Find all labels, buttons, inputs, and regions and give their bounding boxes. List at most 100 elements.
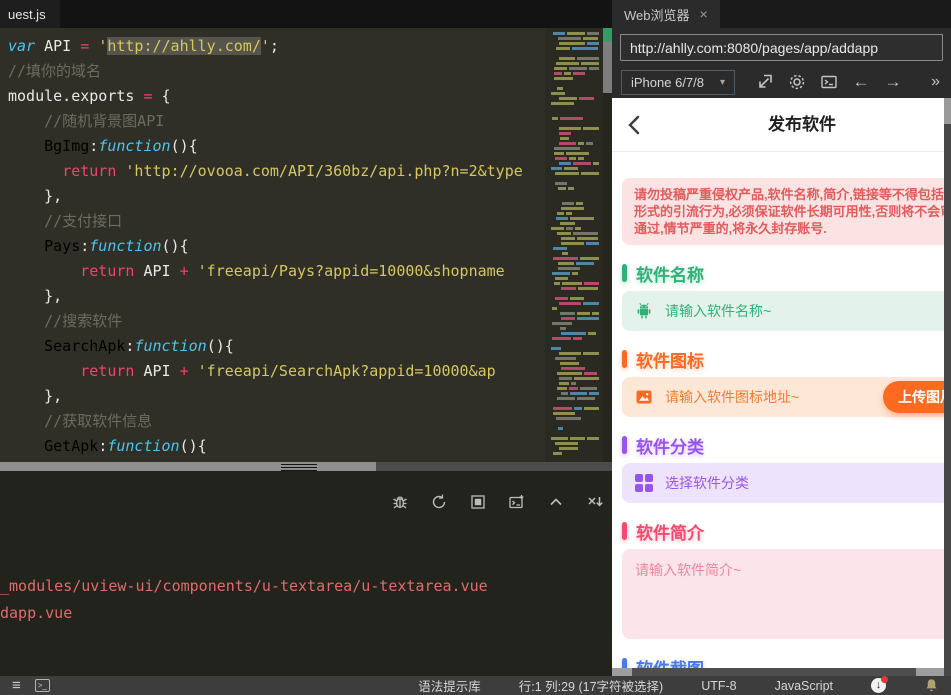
editor-pane: uest.js var API = 'http://ahlly.com/';//…	[0, 0, 612, 676]
stop-icon[interactable]	[469, 493, 487, 511]
field-placeholder: 请输入软件图标地址~	[665, 389, 800, 405]
url-bar-row	[612, 28, 951, 66]
phone-page: 发布软件 请勿投稿严重侵权产品,软件名称,简介,链接等不得包括任何形式的引流行为…	[612, 98, 951, 676]
code-editor[interactable]: var API = 'http://ahlly.com/';//填你的域名 mod…	[0, 28, 545, 462]
preview-horizontal-scrollbar[interactable]	[612, 668, 951, 676]
chevron-down-icon: ▾	[720, 76, 726, 88]
android-icon	[635, 302, 653, 320]
editor-tab-bar: uest.js	[0, 0, 612, 28]
section-accent-bar	[622, 522, 627, 540]
device-selector-value: iPhone 6/7/8	[631, 74, 705, 90]
form-section: 软件图标请输入软件图标地址~ 上传图片	[612, 347, 951, 417]
resize-icon[interactable]	[756, 73, 774, 91]
cursor-position-status[interactable]: 行:1 列:29 (17字符被选择)	[519, 676, 663, 695]
code-line[interactable]: SearchApk:function(){	[8, 334, 545, 359]
code-line[interactable]: //获取软件信息	[8, 409, 545, 434]
browser-tab-bar: Web浏览器 ×	[612, 0, 951, 28]
section-label: 软件分类	[636, 437, 704, 457]
editor-horizontal-scrollbar-thumb[interactable]	[0, 462, 376, 471]
code-line[interactable]: //支付接口	[8, 209, 545, 234]
url-input[interactable]	[620, 34, 943, 61]
code-line[interactable]: return API + 'freeapi/SearchApk?appid=10…	[8, 359, 545, 384]
preview-vertical-scrollbar-thumb[interactable]	[944, 98, 951, 124]
code-line[interactable]: module.exports = {	[8, 84, 545, 109]
code-line[interactable]: },	[8, 184, 545, 209]
code-line[interactable]: return 'http://ovooa.com/API/360bz/api.p…	[8, 159, 545, 184]
page-header: 发布软件	[612, 98, 951, 152]
code-line[interactable]: GetApk:function(){	[8, 434, 545, 459]
page-title: 发布软件	[768, 115, 836, 134]
more-icon[interactable]: »	[931, 73, 942, 91]
form-section: 软件名称请输入软件名称~	[612, 261, 951, 331]
console-output: _modules/uview-ui/components/u-textarea/…	[0, 573, 488, 627]
scrollbar-corner	[944, 668, 951, 676]
close-icon[interactable]: ×	[700, 6, 708, 22]
editor-tab-request-js[interactable]: uest.js	[0, 0, 60, 28]
code-line[interactable]: Pays:function(){	[8, 234, 545, 259]
form-section: 软件分类选择软件分类	[612, 433, 951, 503]
text-input-field[interactable]: 请输入软件图标地址~ 上传图片	[622, 377, 951, 417]
console-line: _modules/uview-ui/components/u-textarea/…	[0, 577, 488, 595]
section-header: 软件名称	[622, 261, 951, 285]
browser-tab-label: Web浏览器	[624, 7, 690, 23]
section-accent-bar	[622, 436, 627, 454]
section-accent-bar	[622, 264, 627, 282]
editor-vertical-scrollbar-thumb[interactable]	[603, 41, 612, 93]
field-placeholder: 请输入软件名称~	[665, 303, 772, 319]
encoding-status[interactable]: UTF-8	[701, 679, 736, 693]
code-line[interactable]: BgImg:function(){	[8, 134, 545, 159]
scrollbar-selection-marker	[603, 28, 612, 41]
code-line[interactable]: var API = 'http://ahlly.com/';	[8, 34, 545, 59]
status-bar: ≡ >_ 语法提示库 行:1 列:29 (17字符被选择) UTF-8 Java…	[0, 676, 951, 695]
section-label: 软件图标	[636, 351, 704, 371]
menu-icon[interactable]: ≡	[12, 678, 21, 693]
back-arrow-icon[interactable]: ←	[852, 73, 870, 91]
code-line[interactable]: },	[8, 384, 545, 409]
collapse-icon[interactable]	[547, 493, 565, 511]
browser-toolbar: iPhone 6/7/8 ▾ ← → »	[612, 66, 951, 98]
code-line[interactable]: //搜索软件	[8, 309, 545, 334]
warning-notice: 请勿投稿严重侵权产品,软件名称,简介,链接等不得包括任何形式的引流行为,必须保证…	[622, 178, 951, 245]
browser-pane: Web浏览器 × iPhone 6/7/8 ▾	[612, 0, 951, 676]
description-textarea[interactable]: 请输入软件简介~	[622, 549, 951, 639]
update-download-icon[interactable]: ↓	[871, 676, 888, 693]
bug-icon[interactable]	[391, 493, 409, 511]
section-header: 软件图标	[622, 347, 951, 371]
section-label: 软件简介	[636, 523, 704, 543]
ide-window: uest.js var API = 'http://ahlly.com/';//…	[0, 0, 951, 695]
code-line[interactable]: //填你的域名	[8, 59, 545, 84]
code-line[interactable]: return API + 'freeapi/Pays?appid=10000&s…	[8, 259, 545, 284]
text-input-field[interactable]: 请输入软件名称~	[622, 291, 951, 331]
browser-tab[interactable]: Web浏览器 ×	[612, 0, 720, 28]
category-select-field[interactable]: 选择软件分类	[622, 463, 951, 503]
syntax-lib-status[interactable]: 语法提示库	[418, 676, 481, 695]
console-panel: _modules/uview-ui/components/u-textarea/…	[0, 471, 612, 676]
language-status[interactable]: JavaScript	[775, 679, 833, 693]
restart-icon[interactable]	[430, 493, 448, 511]
code-line[interactable]: },	[8, 284, 545, 309]
minimap[interactable]	[545, 28, 612, 462]
terminal-icon[interactable]	[820, 73, 838, 91]
editor-tab-label: uest.js	[8, 6, 46, 22]
preview-vertical-scrollbar[interactable]	[944, 98, 951, 668]
upload-image-button[interactable]: 上传图片	[883, 381, 951, 413]
gear-icon[interactable]	[788, 73, 806, 91]
device-selector[interactable]: iPhone 6/7/8 ▾	[621, 69, 736, 95]
field-placeholder: 选择软件分类	[665, 475, 749, 491]
form-section: 软件简介请输入软件简介~	[612, 519, 951, 639]
minimap-bars	[549, 31, 601, 459]
section-label: 软件名称	[636, 265, 704, 285]
code-line[interactable]: //随机背景图API	[8, 109, 545, 134]
section-header: 软件分类	[622, 433, 951, 457]
forward-arrow-icon[interactable]: →	[884, 73, 902, 91]
console-toolbar	[391, 493, 604, 511]
bell-icon[interactable]	[924, 678, 939, 693]
page-preview: 发布软件 请勿投稿严重侵权产品,软件名称,简介,链接等不得包括任何形式的引流行为…	[612, 98, 951, 676]
preview-horizontal-scrollbar-thumb[interactable]	[632, 668, 916, 676]
grid-icon	[635, 474, 653, 492]
editor-vertical-scrollbar[interactable]	[603, 28, 612, 462]
section-header: 软件简介	[622, 519, 951, 543]
close-panel-icon[interactable]	[586, 493, 604, 511]
terminal-status-icon[interactable]: >_	[34, 679, 50, 692]
new-terminal-icon[interactable]	[508, 493, 526, 511]
